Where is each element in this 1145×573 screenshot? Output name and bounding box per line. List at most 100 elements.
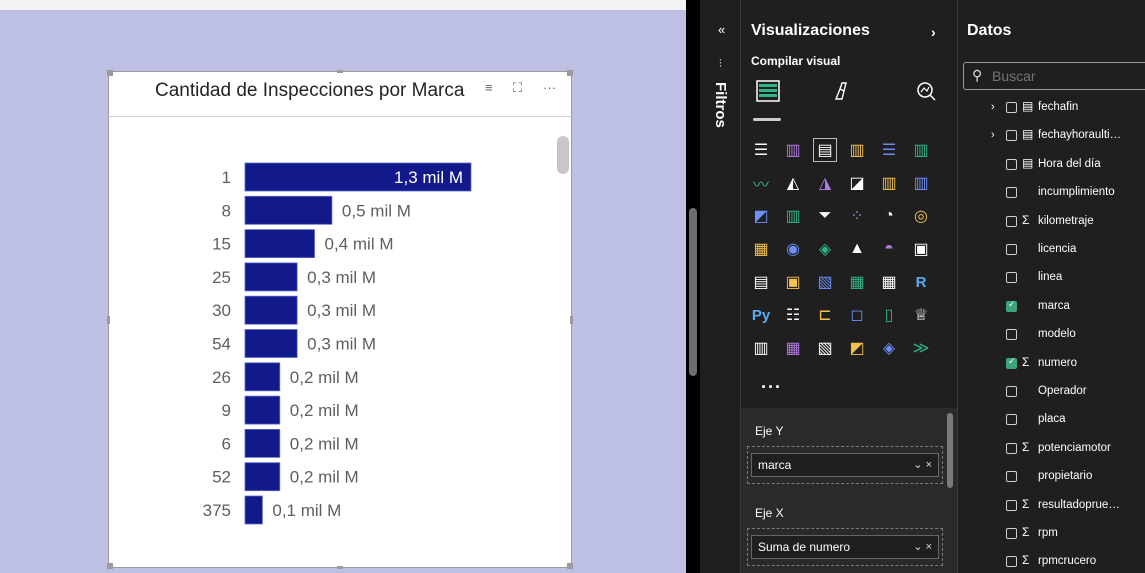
filled-map-icon[interactable]: ◈ xyxy=(813,237,837,261)
field-item[interactable]: Σnumero xyxy=(958,352,1145,376)
bar[interactable] xyxy=(244,395,281,425)
bar[interactable] xyxy=(244,495,263,525)
funnel-chart-icon[interactable]: ⏷ xyxy=(813,204,837,228)
field-checkbox[interactable] xyxy=(1006,272,1017,284)
field-checkbox[interactable] xyxy=(1006,215,1017,227)
area-chart-icon[interactable]: ◭ xyxy=(781,171,805,195)
resize-handle-right[interactable] xyxy=(570,316,573,324)
field-checkbox[interactable] xyxy=(1006,130,1017,142)
donut-chart-icon[interactable]: ◎ xyxy=(909,204,933,228)
field-checkbox[interactable] xyxy=(1006,386,1017,397)
field-item[interactable]: Σrpm xyxy=(958,522,1145,546)
100-stacked-area-chart-icon[interactable]: ◪ xyxy=(845,171,869,195)
field-checkbox[interactable] xyxy=(1006,528,1017,539)
field-checkbox[interactable] xyxy=(1006,356,1017,369)
stacked-bar-chart-icon[interactable]: ☰ xyxy=(749,138,773,162)
line-and-clustered-column-chart-icon[interactable]: ▥ xyxy=(909,171,933,195)
chevron-right-icon[interactable]: › xyxy=(991,129,995,141)
treemap-icon[interactable]: ▦ xyxy=(749,237,773,261)
format-visual-tab[interactable] xyxy=(827,76,857,106)
bar[interactable] xyxy=(244,329,298,358)
field-item[interactable]: linea xyxy=(958,266,1145,290)
field-item[interactable]: Σkilometraje xyxy=(958,210,1145,234)
field-item[interactable]: licencia xyxy=(958,238,1145,262)
chevron-right-icon[interactable]: › xyxy=(991,101,995,113)
search-input[interactable] xyxy=(992,68,1142,84)
bar[interactable] xyxy=(244,295,298,325)
filter-icon[interactable]: ≡ xyxy=(485,80,493,95)
search-box[interactable]: ⚲ xyxy=(963,62,1145,90)
matrix-icon[interactable]: ▦ xyxy=(877,270,901,294)
analytics-tab[interactable] xyxy=(911,76,941,106)
field-item[interactable]: Σpotenciamotor xyxy=(958,437,1145,461)
custom-visual-icon[interactable]: ◩ xyxy=(845,336,869,360)
resize-handle-bottom-left[interactable] xyxy=(107,563,113,569)
kpi-icon[interactable]: ▣ xyxy=(781,270,805,294)
field-item[interactable]: Σrpmcrucero xyxy=(958,550,1145,573)
field-item[interactable]: › ▤ fechafin xyxy=(958,96,1145,120)
wells-scrollbar[interactable] xyxy=(947,413,953,488)
stacked-column-chart-icon[interactable]: ▥ xyxy=(781,138,805,162)
focus-mode-icon[interactable]: ⛶ xyxy=(513,80,522,96)
resize-handle-top[interactable] xyxy=(337,70,343,73)
table-icon[interactable]: ▦ xyxy=(845,270,869,294)
bar[interactable] xyxy=(244,262,298,292)
field-item[interactable]: marca xyxy=(958,295,1145,319)
100-stacked-bar-chart-icon[interactable]: ☰ xyxy=(877,138,901,162)
metrics-icon[interactable]: ♕ xyxy=(909,303,933,327)
scatter-chart-icon[interactable]: ⁘ xyxy=(845,204,869,228)
field-checkbox[interactable] xyxy=(1006,158,1017,170)
line-chart-icon[interactable]: 〰 xyxy=(749,171,773,195)
100-stacked-column-chart-icon[interactable]: ▥ xyxy=(909,138,933,162)
field-item[interactable]: incumplimiento xyxy=(958,181,1145,205)
visual-scrollbar[interactable] xyxy=(557,136,569,174)
field-item[interactable]: propietario xyxy=(958,465,1145,489)
diamond-visual-icon[interactable]: ◈ xyxy=(877,336,901,360)
clustered-bar-chart-icon[interactable]: ▤ xyxy=(813,138,837,162)
r-visual-icon[interactable]: R xyxy=(909,270,933,294)
field-item[interactable]: Operador xyxy=(958,380,1145,404)
field-item[interactable]: placa xyxy=(958,408,1145,432)
field-item[interactable]: › ▤ fechayhoraulti… xyxy=(958,124,1145,148)
field-checkbox[interactable] xyxy=(1006,329,1017,341)
field-checkbox[interactable] xyxy=(1006,471,1017,483)
more-options-icon[interactable]: ··· xyxy=(543,80,556,95)
field-checkbox[interactable] xyxy=(1006,414,1017,426)
resize-handle-top-right[interactable] xyxy=(567,70,573,76)
smart-narrative-icon[interactable]: ▯ xyxy=(877,303,901,327)
resize-handle-bottom-right[interactable] xyxy=(567,563,573,569)
build-visual-tab[interactable] xyxy=(753,76,783,106)
decomposition-tree-icon[interactable]: ⊏ xyxy=(813,303,837,327)
field-checkbox[interactable] xyxy=(1006,442,1017,454)
map-icon[interactable]: ◉ xyxy=(781,237,805,261)
eje-y-well[interactable]: marca ⌄ × xyxy=(747,446,943,484)
field-item[interactable]: modelo xyxy=(958,323,1145,347)
pill-controls[interactable]: ⌄ × xyxy=(913,540,932,553)
field-checkbox[interactable] xyxy=(1006,556,1017,568)
bar[interactable] xyxy=(244,195,333,225)
line-and-stacked-column-chart-icon[interactable]: ▥ xyxy=(877,171,901,195)
field-checkbox[interactable] xyxy=(1006,102,1017,113)
multi-row-card-icon[interactable]: ▤ xyxy=(749,270,773,294)
field-item[interactable]: Σresultadoprue… xyxy=(958,494,1145,518)
pill-controls[interactable]: ⌄ × xyxy=(913,458,932,471)
stacked-area-chart-icon[interactable]: ◮ xyxy=(813,171,837,195)
filters-pane[interactable]: « ⫶ Filtros xyxy=(700,0,740,573)
field-item[interactable]: ▤ Hora del día xyxy=(958,153,1145,177)
bar[interactable] xyxy=(244,362,281,392)
field-checkbox[interactable] xyxy=(1006,244,1017,255)
bar[interactable] xyxy=(244,462,281,492)
chevron-visual-icon[interactable]: ≫ xyxy=(909,336,933,360)
filters-label[interactable]: Filtros xyxy=(712,82,729,128)
pie-chart-icon[interactable]: ◔ xyxy=(877,204,901,228)
canvas-scrollbar[interactable] xyxy=(689,208,697,376)
field-checkbox[interactable] xyxy=(1006,187,1017,199)
collapse-icon[interactable]: « xyxy=(718,22,725,37)
resize-handle-bottom[interactable] xyxy=(337,566,343,569)
more-visuals-button[interactable]: ··· xyxy=(761,377,782,398)
azure-map-icon[interactable]: ▲ xyxy=(845,237,869,261)
power-apps-icon[interactable]: ▦ xyxy=(781,336,805,360)
paginated-report-icon[interactable]: ▥ xyxy=(749,336,773,360)
bar[interactable] xyxy=(244,428,281,458)
key-influencers-icon[interactable]: ☷ xyxy=(781,303,805,327)
